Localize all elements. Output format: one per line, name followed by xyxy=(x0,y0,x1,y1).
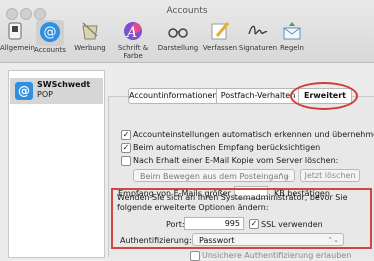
admin-notice: Wenden Sie sich an Ihren Systemadministr… xyxy=(117,193,348,212)
glasses-icon xyxy=(168,28,188,38)
toolbar-regeln[interactable]: Regeln xyxy=(276,20,308,52)
port-label: Port: xyxy=(166,220,185,229)
tab-accountinformationen[interactable]: Accountinformationen xyxy=(128,88,218,104)
toolbar-schrift-farbe[interactable]: A Schrift & Farbe xyxy=(108,20,158,60)
auth-select[interactable]: Passwort ⌃⌄ xyxy=(192,233,344,246)
switch-icon xyxy=(8,22,22,40)
toolbar-label: Accounts xyxy=(34,46,66,54)
toolbar-label: Verfassen xyxy=(202,44,238,52)
auth-label: Authentifizierung: xyxy=(120,236,192,245)
account-name: SWSchwedt xyxy=(37,80,91,89)
auto-recipient-label: Beim automatischen Empfang berücksichtig… xyxy=(133,143,321,152)
auto-recipient-checkbox[interactable]: ✓ xyxy=(121,143,131,153)
chevron-updown-icon: ⌃⌄ xyxy=(327,236,339,244)
font-icon: A xyxy=(124,22,142,41)
insecure-auth-checkbox[interactable] xyxy=(190,251,200,261)
toolbar-darstellung[interactable]: Darstellung xyxy=(156,20,200,52)
toolbar-label: Allgemein xyxy=(0,44,35,52)
account-list-item[interactable]: @ SWSchwedt POP xyxy=(10,78,103,104)
svg-text:A: A xyxy=(125,25,137,41)
port-input[interactable]: 995 xyxy=(184,217,244,230)
ssl-label: SSL verwenden xyxy=(261,220,323,229)
window-title: Accounts xyxy=(166,6,208,16)
delete-when-select[interactable]: Beim Bewegen aus dem Posteingang ⌃⌄ xyxy=(133,169,295,182)
junk-mail-icon xyxy=(82,22,98,40)
account-type: POP xyxy=(37,90,53,99)
svg-text:@: @ xyxy=(44,25,57,40)
toolbar-label: Darstellung xyxy=(157,44,199,52)
tab-highlight-circle xyxy=(290,82,358,110)
toolbar-werbung[interactable]: Werbung xyxy=(72,20,108,52)
tab-postfach-verhalten[interactable]: Postfach-Verhalten xyxy=(216,88,300,104)
auto-detect-label: Accounteinstellungen automatisch erkenne… xyxy=(133,130,374,139)
signature-icon xyxy=(248,25,268,35)
at-icon: @ xyxy=(15,82,33,100)
rules-icon xyxy=(283,22,301,40)
toolbar-label: Signaturen xyxy=(238,44,278,52)
chevron-updown-icon: ⌃⌄ xyxy=(278,172,290,180)
toolbar-label: Regeln xyxy=(280,44,304,52)
auth-value: Passwort xyxy=(199,236,235,245)
toolbar-label: Schrift & Farbe xyxy=(117,44,149,60)
delete-copy-label: Nach Erhalt einer E-Mail Kopie vom Serve… xyxy=(133,156,339,165)
delete-when-value: Beim Bewegen aus dem Posteingang xyxy=(140,172,289,181)
delete-copy-checkbox[interactable] xyxy=(121,156,131,166)
toolbar-label: Werbung xyxy=(74,44,106,52)
at-icon: @ xyxy=(40,22,60,42)
toolbar-accounts[interactable]: @ Accounts xyxy=(32,20,68,54)
delete-now-button[interactable]: Jetzt löschen xyxy=(300,169,360,182)
toolbar-verfassen[interactable]: Verfassen xyxy=(200,20,240,52)
auto-detect-checkbox[interactable]: ✓ xyxy=(121,130,131,140)
toolbar-allgemein[interactable]: Allgemein xyxy=(0,20,35,52)
toolbar-signaturen[interactable]: Signaturen xyxy=(238,20,278,52)
pencil-icon xyxy=(211,22,230,40)
accounts-sidebar: @ SWSchwedt POP xyxy=(8,70,105,258)
ssl-checkbox[interactable]: ✓ xyxy=(249,219,259,229)
